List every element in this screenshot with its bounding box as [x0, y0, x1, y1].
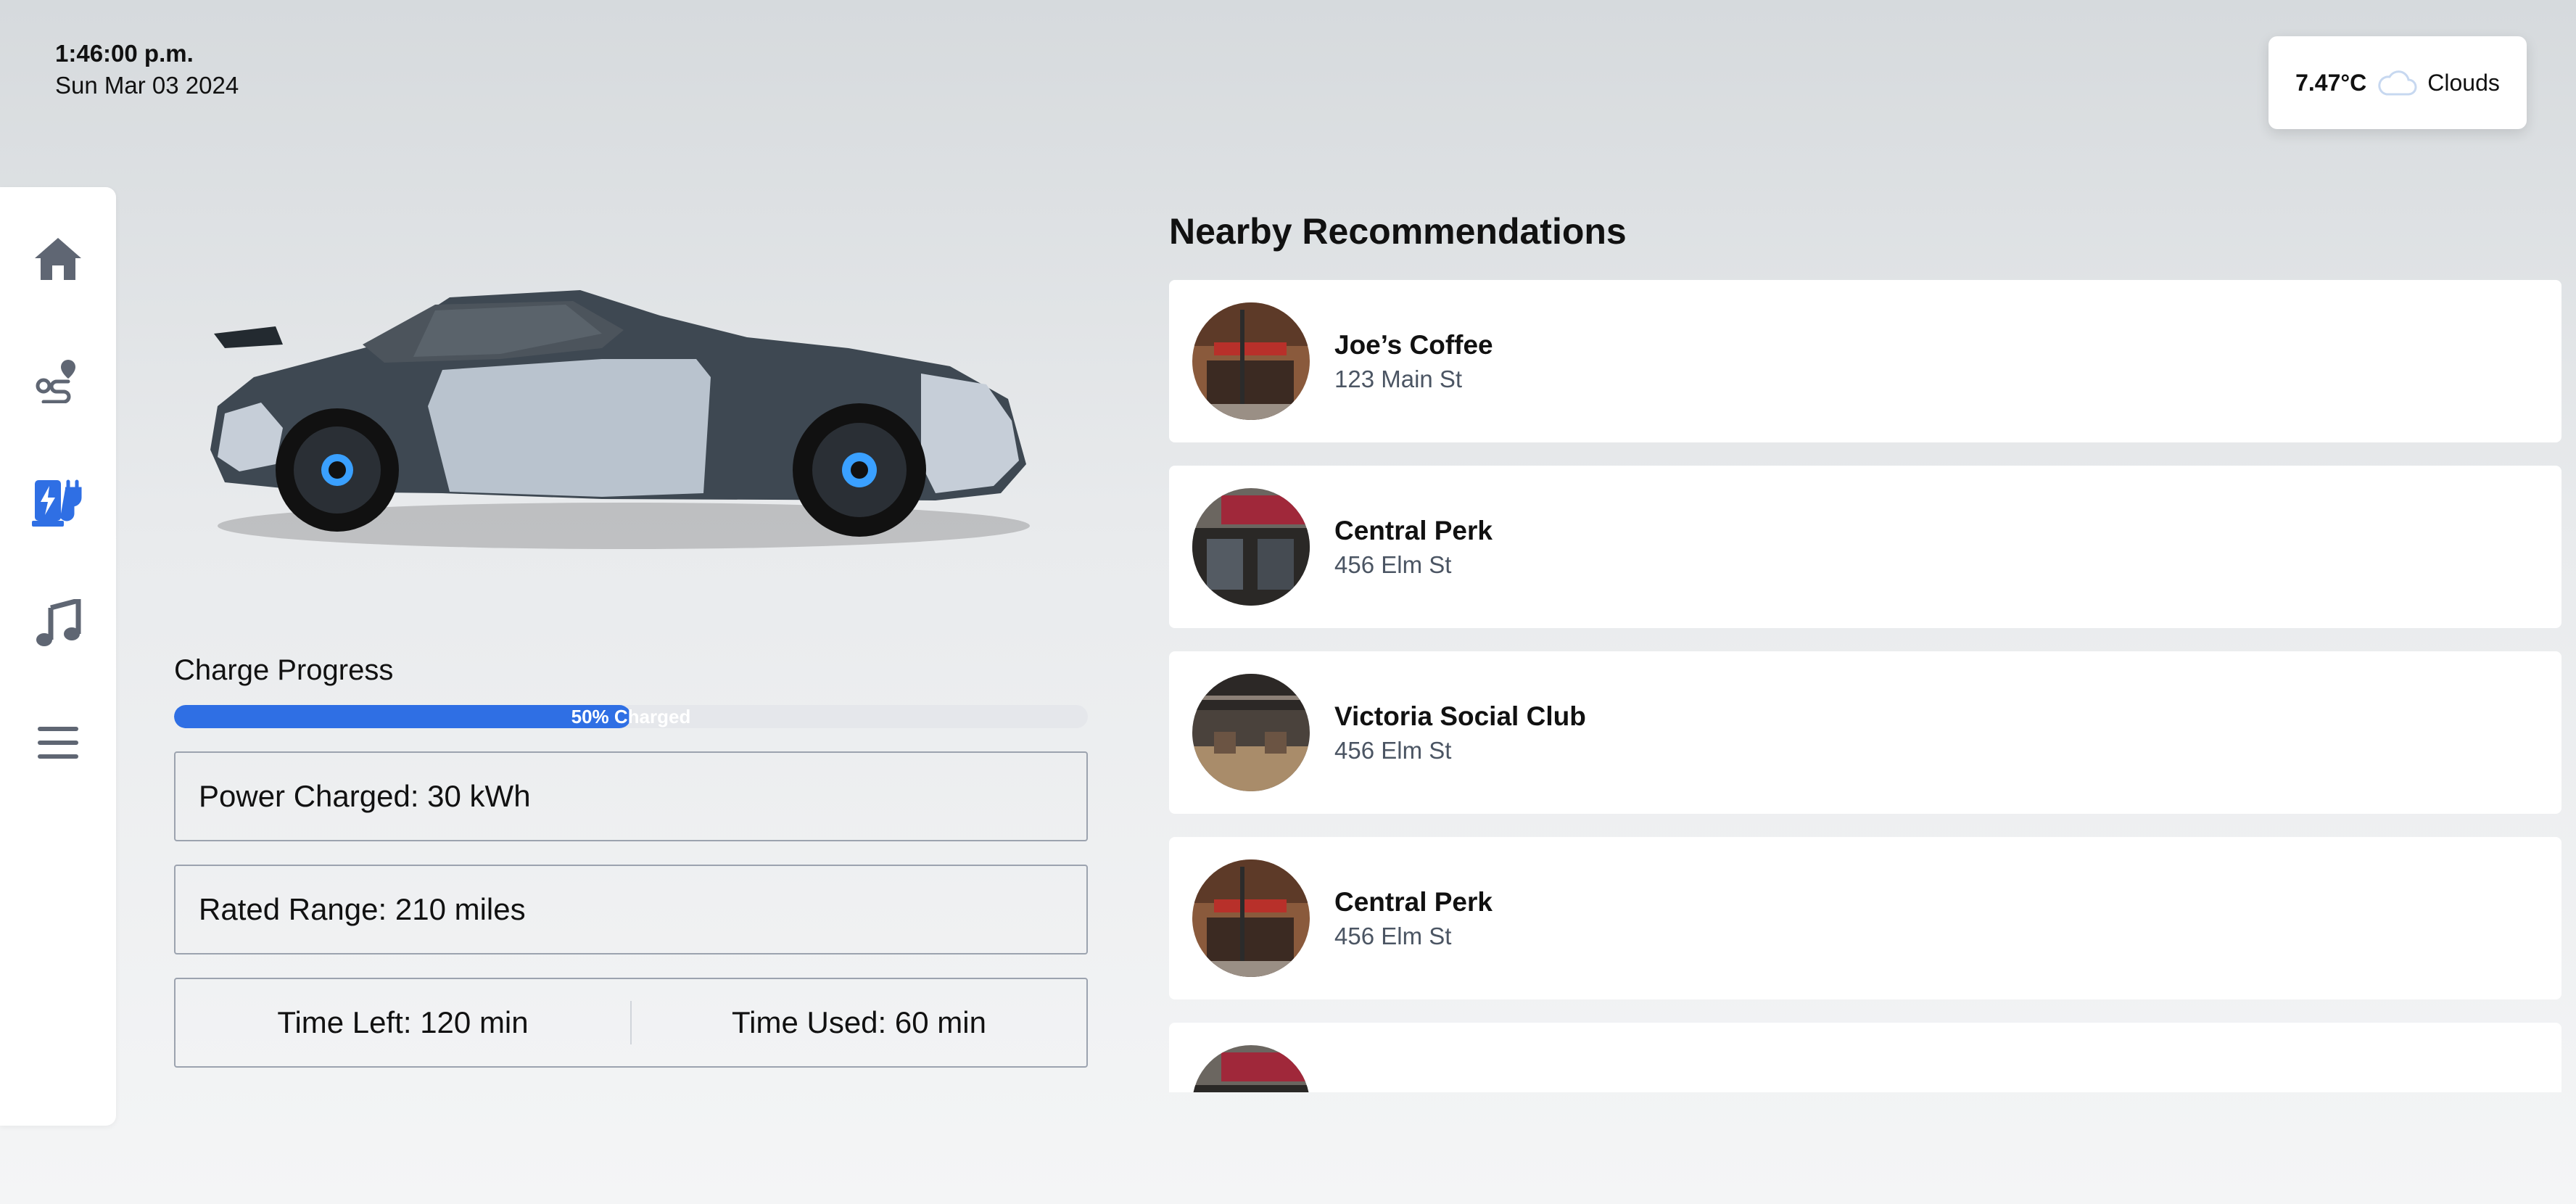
- clock-time: 1:46:00 p.m.: [55, 40, 194, 67]
- route-icon: [35, 357, 81, 407]
- place-thumbnail: [1192, 674, 1310, 791]
- rated-range-box: Rated Range: 210 miles: [174, 865, 1088, 954]
- weather-widget: 7.47°C Clouds: [2269, 36, 2527, 129]
- recommendations-title: Nearby Recommendations: [1169, 211, 1627, 252]
- place-name: Central Perk: [1334, 1086, 1493, 1092]
- weather-condition: Clouds: [2427, 69, 2500, 96]
- time-used-text: Time Used: 60 min: [732, 1005, 986, 1039]
- place-thumbnail: [1192, 488, 1310, 606]
- hamburger-menu-icon: [36, 724, 80, 765]
- weather-temp: 7.47°C: [2295, 69, 2367, 96]
- recommendations-list: Joe’s Coffee 123 Main St Central Perk 45…: [1169, 280, 2561, 1092]
- place-address: 456 Elm St: [1334, 551, 1452, 578]
- place-address: 456 Elm St: [1334, 923, 1452, 949]
- nav-charging[interactable]: [22, 467, 94, 540]
- sidebar: [0, 187, 116, 1126]
- place-thumbnail: [1192, 859, 1310, 977]
- nav-menu[interactable]: [22, 708, 94, 780]
- list-item[interactable]: Central Perk 456 Elm St: [1169, 466, 2561, 628]
- nav-route[interactable]: [22, 345, 94, 418]
- place-name: Central Perk: [1334, 516, 1493, 545]
- rated-range-text: Rated Range: 210 miles: [199, 892, 526, 926]
- charge-progress-text: 50% Charged: [571, 706, 691, 727]
- list-item[interactable]: Central Perk: [1169, 1023, 2561, 1092]
- charge-progress-label: Charge Progress: [174, 654, 394, 686]
- list-item[interactable]: Victoria Social Club 456 Elm St: [1169, 651, 2561, 814]
- place-address: 456 Elm St: [1334, 737, 1452, 764]
- list-item[interactable]: Central Perk 456 Elm St: [1169, 837, 2561, 999]
- place-thumbnail: [1192, 302, 1310, 420]
- charge-progress-bar: 50% Charged: [174, 705, 1088, 728]
- time-left-text: Time Left: 120 min: [277, 1005, 529, 1039]
- list-item[interactable]: Joe’s Coffee 123 Main St: [1169, 280, 2561, 442]
- clock: 1:46:00 p.m. Sun Mar 03 2024: [55, 38, 239, 102]
- power-charged-box: Power Charged: 30 kWh: [174, 751, 1088, 841]
- place-name: Joe’s Coffee: [1334, 330, 1493, 360]
- place-name: Victoria Social Club: [1334, 701, 1586, 731]
- power-charged-text: Power Charged: 30 kWh: [199, 779, 531, 813]
- place-thumbnail: [1192, 1045, 1310, 1092]
- place-name: Central Perk: [1334, 887, 1493, 917]
- cloud-icon: [2375, 65, 2419, 100]
- nav-home[interactable]: [22, 223, 94, 296]
- music-note-icon: [35, 596, 81, 652]
- charging-station-icon: [32, 476, 84, 532]
- nav-music[interactable]: [22, 589, 94, 661]
- clock-date: Sun Mar 03 2024: [55, 72, 239, 99]
- car-image: [196, 276, 1044, 566]
- home-icon: [32, 235, 84, 285]
- time-box: Time Left: 120 min Time Used: 60 min: [174, 978, 1088, 1068]
- place-address: 123 Main St: [1334, 366, 1463, 392]
